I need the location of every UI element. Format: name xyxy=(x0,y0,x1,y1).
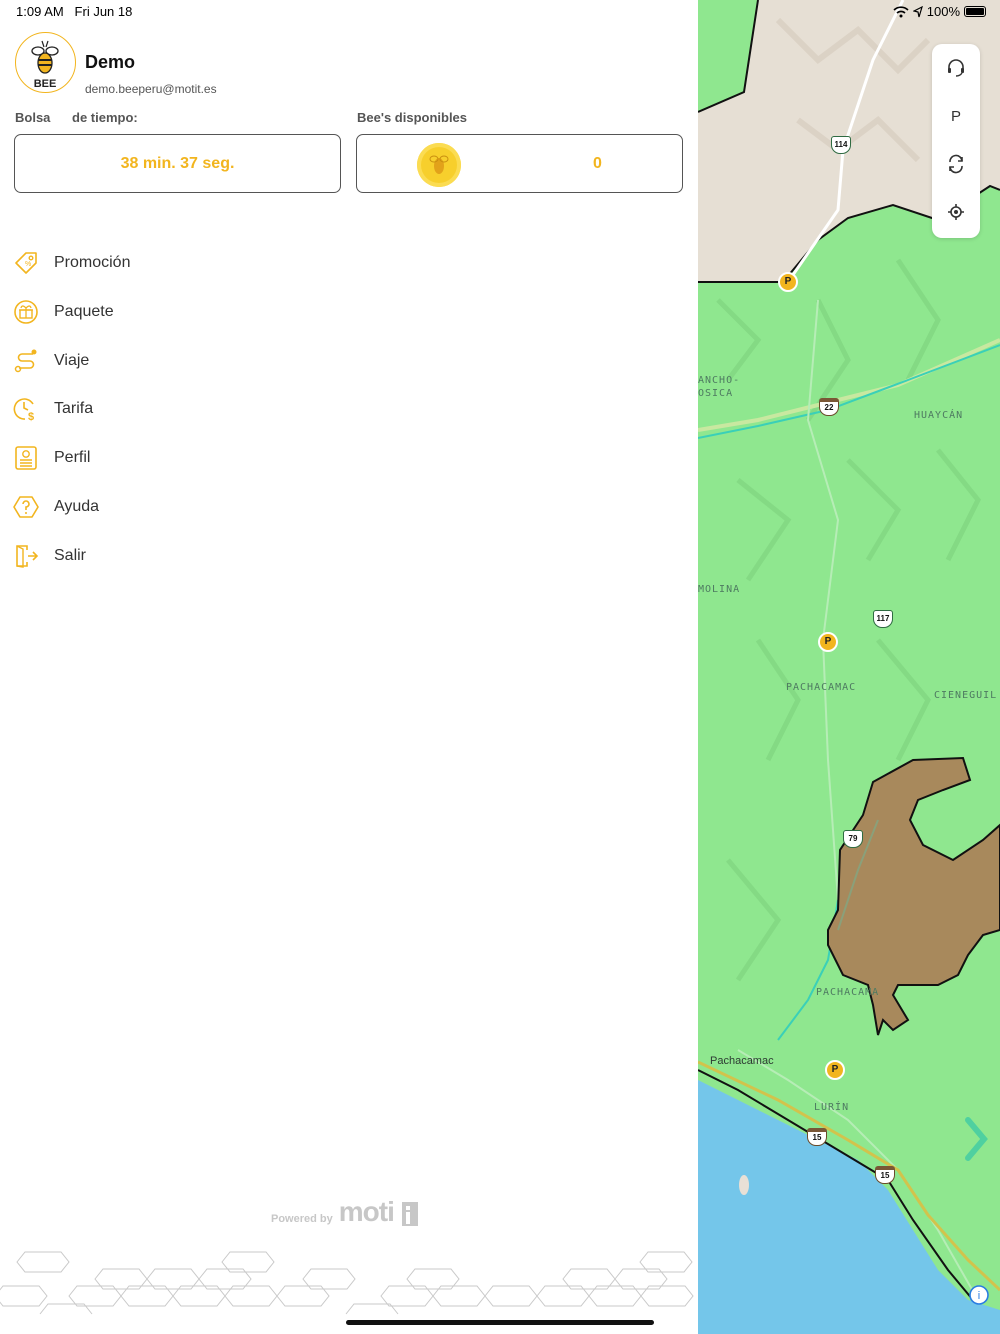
menu-label: Promoción xyxy=(54,254,131,271)
menu-item-viaje[interactable]: Viaje xyxy=(12,341,312,381)
map-label-pachacamac-place: Pachacamac xyxy=(710,1055,774,1067)
menu-label: Ayuda xyxy=(54,498,100,515)
side-drawer: BEE Demo demo.beeperu@motit.es Bolsa de … xyxy=(0,0,698,1334)
bee-coin-icon xyxy=(417,143,461,187)
exit-icon xyxy=(16,545,39,568)
moti-logo: moti xyxy=(338,1196,395,1227)
status-clock: 1:09 AM xyxy=(16,4,64,19)
battery-icon xyxy=(964,6,986,17)
status-time: 1:09 AM Fri Jun 18 xyxy=(16,4,132,19)
highway-shield-15a: 15 xyxy=(807,1128,827,1146)
menu-item-promocion[interactable]: % Promoción xyxy=(12,243,312,283)
map-label-huaycan: HUAYCÁN xyxy=(914,410,964,421)
map-controls: P xyxy=(932,44,980,238)
locate-button[interactable] xyxy=(932,190,980,234)
menu-item-tarifa[interactable]: $ Tarifa xyxy=(12,389,312,429)
highway-shield-114: 114 xyxy=(831,136,851,154)
map-label-cieneguilla: CIENEGUIL xyxy=(934,690,998,701)
bee-logo-icon: BEE xyxy=(31,40,59,90)
svg-text:%: % xyxy=(25,261,31,268)
menu-label: Salir xyxy=(54,547,87,564)
location-arrow-icon xyxy=(912,5,923,17)
menu-item-salir[interactable]: Salir xyxy=(12,536,312,576)
time-balance-value: 38 min. 37 seg. xyxy=(120,154,235,172)
highway-shield-79: 79 xyxy=(843,830,863,848)
svg-text:$: $ xyxy=(28,411,34,422)
highway-shield-15b: 15 xyxy=(875,1166,895,1184)
route-icon xyxy=(14,349,37,373)
map-label-molina: MOLINA xyxy=(698,584,741,595)
home-indicator[interactable] xyxy=(346,1320,654,1325)
battery-percent: 100% xyxy=(926,4,960,19)
parking-button-label: P xyxy=(950,107,961,125)
user-name: Demo xyxy=(85,52,136,72)
menu-item-ayuda[interactable]: Ayuda xyxy=(12,487,312,527)
bees-available-label: Bee's disponibles xyxy=(357,110,468,125)
bees-count: 0 xyxy=(593,155,602,172)
tag-icon: % xyxy=(15,252,37,274)
menu-label: Paquete xyxy=(54,303,114,320)
profile-card-icon xyxy=(15,446,37,470)
map-label-chosica-2: OSICA xyxy=(698,388,734,399)
menu-label: Tarifa xyxy=(54,400,94,417)
menu-item-perfil[interactable]: Perfil xyxy=(12,438,312,478)
map-label-pachacamac: PACHACAMAC xyxy=(786,682,857,693)
time-balance-label-1: Bolsa xyxy=(15,110,51,125)
support-button[interactable] xyxy=(932,46,980,90)
parking-marker[interactable]: P xyxy=(818,632,838,652)
app-screen: ANCHO- OSICA HUAYCÁN MOLINA PACHACAMAC C… xyxy=(0,0,1000,1334)
map-view[interactable]: ANCHO- OSICA HUAYCÁN MOLINA PACHACAMAC C… xyxy=(698,0,1000,1334)
clock-dollar-icon: $ xyxy=(13,398,34,422)
bees-balance-card[interactable]: 0 xyxy=(356,134,683,193)
chevron-right-icon[interactable] xyxy=(964,1116,988,1162)
map-label-chosica-1: ANCHO- xyxy=(698,375,741,386)
parking-marker[interactable]: P xyxy=(778,272,798,292)
powered-by-text: Powered by xyxy=(271,1213,333,1225)
refresh-icon xyxy=(949,154,963,174)
menu-label: Perfil xyxy=(54,449,91,466)
headset-icon xyxy=(948,59,964,77)
moti-logo-mark-icon xyxy=(401,1202,418,1226)
time-balance-label-2: de tiempo: xyxy=(72,110,138,125)
powered-by: Powered by moti xyxy=(271,1196,420,1228)
menu-label: Viaje xyxy=(54,352,90,369)
honeycomb-decoration xyxy=(0,1251,694,1315)
map-label-pachacamac-2: PACHACAMA xyxy=(816,987,880,998)
avatar: BEE xyxy=(15,32,76,93)
parking-marker[interactable]: P xyxy=(825,1060,845,1080)
highway-shield-117: 117 xyxy=(873,610,893,628)
status-indicators: 100% xyxy=(893,4,986,19)
parking-button[interactable]: P xyxy=(932,94,980,138)
map-label-lurin: LURÍN xyxy=(814,1102,850,1113)
locate-icon xyxy=(948,204,964,220)
highway-shield-22: 22 xyxy=(819,398,839,416)
svg-text:i: i xyxy=(978,1290,980,1302)
time-balance-card[interactable]: 38 min. 37 seg. xyxy=(14,134,341,193)
refresh-button[interactable] xyxy=(932,142,980,186)
gift-icon xyxy=(14,300,38,324)
help-icon xyxy=(13,496,39,518)
menu-item-paquete[interactable]: Paquete xyxy=(12,292,312,332)
status-date: Fri Jun 18 xyxy=(74,4,133,19)
wifi-icon xyxy=(893,5,909,17)
user-email: demo.beeperu@motit.es xyxy=(85,82,217,96)
logo-text: BEE xyxy=(34,78,57,90)
info-icon[interactable]: i xyxy=(968,1284,990,1306)
